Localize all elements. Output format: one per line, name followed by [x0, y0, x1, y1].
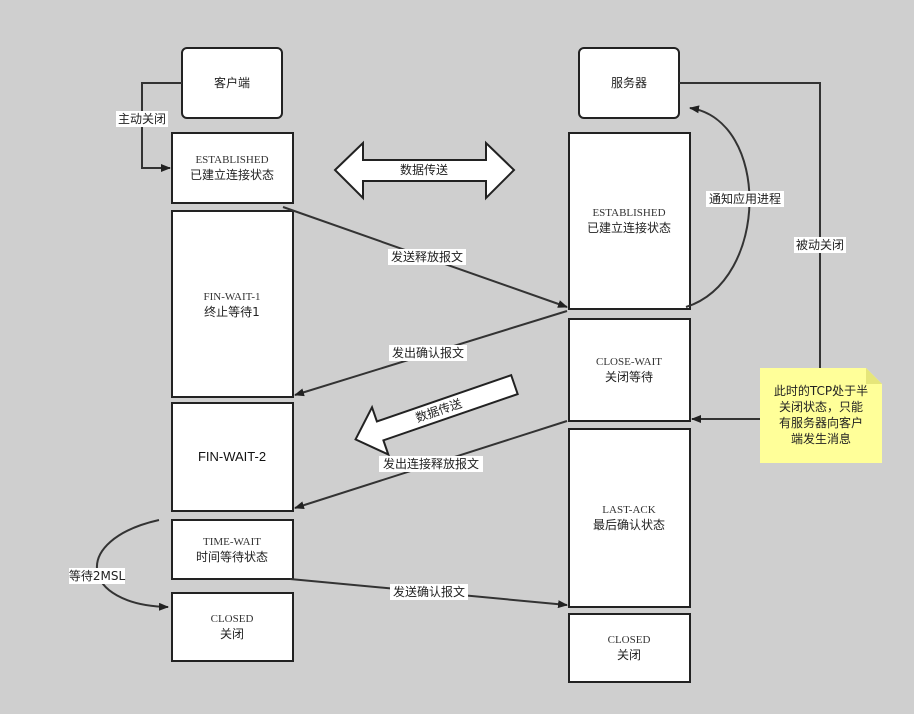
server-title: 服务器	[611, 75, 647, 90]
svg-text:关闭状态，只能: 关闭状态，只能	[779, 400, 863, 414]
server-state-last-ack: LAST-ACK 最后确认状态	[568, 428, 691, 608]
svg-text:有服务器向客户: 有服务器向客户	[779, 415, 863, 430]
half-close-data-arrow: 数据传送	[354, 373, 519, 457]
svg-text:已建立连接状态: 已建立连接状态	[190, 167, 274, 182]
server-box: 服务器	[578, 47, 680, 119]
server-state-established: ESTABLISHED 已建立连接状态	[568, 132, 691, 310]
send-ack-label: 发出确认报文	[392, 345, 464, 360]
client-title: 客户端	[214, 75, 250, 90]
svg-text:已建立连接状态: 已建立连接状态	[587, 220, 671, 235]
svg-text:CLOSE-WAIT: CLOSE-WAIT	[596, 356, 662, 368]
client-state-established: ESTABLISHED 已建立连接状态	[171, 132, 294, 204]
active-close-label: 主动关闭	[118, 112, 166, 126]
client-box: 客户端	[181, 47, 283, 119]
svg-text:最后确认状态: 最后确认状态	[593, 518, 665, 532]
svg-text:此时的TCP处于半: 此时的TCP处于半	[774, 383, 868, 398]
svg-text:TIME-WAIT: TIME-WAIT	[203, 536, 261, 548]
wait-2msl-label: 等待2MSL	[69, 569, 126, 583]
notify-app-label: 通知应用进程	[709, 191, 781, 206]
svg-text:时间等待状态: 时间等待状态	[196, 550, 268, 564]
svg-text:FIN-WAIT-2: FIN-WAIT-2	[198, 449, 266, 464]
client-state-fin-wait-1: FIN-WAIT-1 终止等待1	[171, 210, 294, 398]
passive-close-label: 被动关闭	[796, 238, 844, 252]
notify-app-arrow	[685, 105, 751, 308]
server-state-closed: CLOSED 关闭	[568, 613, 691, 683]
svg-text:FIN-WAIT-1: FIN-WAIT-1	[203, 291, 260, 303]
svg-text:CLOSED: CLOSED	[608, 634, 651, 646]
send-conn-release-label: 发出连接释放报文	[383, 456, 479, 471]
svg-text:ESTABLISHED: ESTABLISHED	[195, 154, 268, 166]
wait-2msl-arrow	[96, 519, 169, 611]
svg-text:ESTABLISHED: ESTABLISHED	[592, 207, 665, 219]
send-release-label: 发送释放报文	[391, 249, 463, 264]
data-transfer-label: 数据传送	[400, 162, 448, 177]
svg-text:关闭: 关闭	[617, 648, 641, 662]
svg-text:CLOSED: CLOSED	[211, 613, 254, 625]
half-close-note: 此时的TCP处于半 关闭状态，只能 有服务器向客户 端发生消息	[760, 368, 882, 463]
svg-text:关闭: 关闭	[220, 627, 244, 641]
server-state-close-wait: CLOSE-WAIT 关闭等待	[568, 318, 691, 422]
send-confirm-label: 发送确认报文	[393, 584, 465, 599]
client-state-fin-wait-2: FIN-WAIT-2	[171, 402, 294, 512]
tcp-close-diagram: 客户端 服务器 ESTABLISHED 已建立连接状态 FIN-WAIT-1 终…	[69, 47, 882, 683]
svg-text:关闭等待: 关闭等待	[605, 370, 653, 384]
client-state-time-wait: TIME-WAIT 时间等待状态	[171, 519, 294, 580]
client-state-closed: CLOSED 关闭	[171, 592, 294, 662]
svg-text:端发生消息: 端发生消息	[791, 431, 851, 446]
svg-text:终止等待1: 终止等待1	[204, 304, 260, 319]
svg-text:LAST-ACK: LAST-ACK	[602, 504, 655, 516]
